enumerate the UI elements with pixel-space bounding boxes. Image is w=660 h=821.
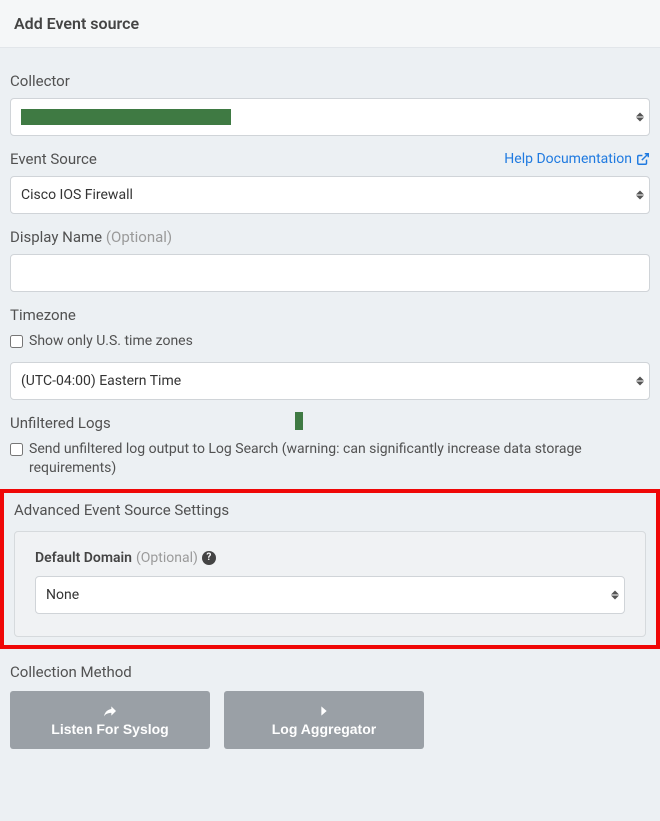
unfiltered-label: Unfiltered Logs bbox=[10, 414, 650, 432]
dialog-title: Add Event source bbox=[14, 14, 646, 33]
help-icon[interactable]: ? bbox=[202, 551, 216, 565]
event-source-select-box[interactable]: Cisco IOS Firewall bbox=[10, 176, 650, 214]
advanced-settings-panel: Default Domain (Optional) ? None bbox=[14, 531, 646, 637]
help-documentation-text: Help Documentation bbox=[504, 151, 632, 167]
collector-select[interactable] bbox=[10, 98, 650, 136]
dialog-header: Add Event source bbox=[0, 0, 660, 48]
timezone-us-only-label: Show only U.S. time zones bbox=[29, 332, 193, 352]
collector-label: Collector bbox=[10, 72, 650, 90]
collector-value-redacted bbox=[21, 109, 231, 125]
event-source-label-row: Event Source Help Documentation bbox=[10, 150, 650, 168]
timezone-us-only-checkbox[interactable] bbox=[10, 335, 23, 348]
default-domain-select-box[interactable]: None bbox=[35, 576, 625, 614]
collection-method-buttons: Listen For Syslog Log Aggregator bbox=[10, 691, 650, 749]
timezone-us-only-row[interactable]: Show only U.S. time zones bbox=[10, 332, 650, 352]
collector-select-box[interactable] bbox=[10, 98, 650, 136]
share-arrow-icon bbox=[100, 703, 120, 719]
default-domain-optional: (Optional) bbox=[136, 550, 198, 566]
display-name-label: Display Name (Optional) bbox=[10, 228, 650, 246]
help-documentation-link[interactable]: Help Documentation bbox=[504, 151, 650, 167]
default-domain-label-text: Default Domain bbox=[35, 550, 132, 566]
chevron-right-icon bbox=[314, 703, 334, 719]
default-domain-label: Default Domain (Optional) ? bbox=[35, 550, 625, 566]
external-link-icon bbox=[636, 152, 650, 166]
display-name-optional: (Optional) bbox=[106, 228, 172, 246]
listen-syslog-label: Listen For Syslog bbox=[51, 721, 168, 737]
listen-syslog-button[interactable]: Listen For Syslog bbox=[10, 691, 210, 749]
unfiltered-checkbox[interactable] bbox=[10, 443, 23, 456]
event-source-label: Event Source bbox=[10, 150, 97, 168]
timezone-label: Timezone bbox=[10, 306, 650, 324]
advanced-settings-highlight: Advanced Event Source Settings Default D… bbox=[0, 489, 660, 649]
advanced-settings-title: Advanced Event Source Settings bbox=[14, 501, 646, 519]
timezone-select-box[interactable]: (UTC-04:00) Eastern Time bbox=[10, 362, 650, 400]
unfiltered-checkbox-row[interactable]: Send unfiltered log output to Log Search… bbox=[10, 440, 650, 479]
event-source-select[interactable]: Cisco IOS Firewall bbox=[10, 176, 650, 214]
display-name-label-text: Display Name bbox=[10, 228, 106, 246]
log-aggregator-label: Log Aggregator bbox=[272, 721, 376, 737]
unfiltered-checkbox-label: Send unfiltered log output to Log Search… bbox=[29, 440, 650, 479]
log-aggregator-button[interactable]: Log Aggregator bbox=[224, 691, 424, 749]
timezone-select[interactable]: (UTC-04:00) Eastern Time bbox=[10, 362, 650, 400]
collection-method-label: Collection Method bbox=[10, 663, 650, 681]
text-cursor-icon bbox=[295, 412, 303, 430]
default-domain-select[interactable]: None bbox=[35, 576, 625, 614]
dialog-content: Collector Event Source Help Documentatio… bbox=[0, 48, 660, 759]
display-name-input[interactable] bbox=[10, 254, 650, 292]
unfiltered-label-text: Unfiltered Logs bbox=[10, 414, 111, 432]
